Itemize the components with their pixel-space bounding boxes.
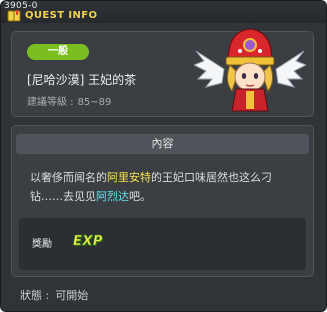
status-label: 狀態 : (20, 289, 50, 302)
level-range: 85~89 (77, 97, 112, 108)
description-text: 吧。 (129, 190, 151, 203)
npc-link: 阿烈达 (96, 190, 129, 203)
quest-book-icon (7, 10, 21, 22)
quest-description: 以奢侈而闻名的阿里安特的王妃口味居然也这么刁钻……去见见阿烈达吧。 (30, 168, 302, 206)
content-heading: 內容 (16, 134, 309, 154)
quest-name: [尼哈沙漠] 王妃的茶 (27, 73, 137, 87)
quest-info-window: 3905-0 QUEST INFO 一般 [尼哈沙漠] 王妃的茶 建議等級 :8… (0, 0, 327, 312)
quest-content-panel: 內容 以奢侈而闻名的阿里安特的王妃口味居然也这么刁钻……去见见阿烈达吧。 獎勵 … (11, 125, 314, 277)
category-badge: 一般 (27, 44, 89, 60)
level-label: 建議等級 : (27, 97, 74, 108)
location-link: 阿里安特 (107, 171, 151, 184)
status-value: 可開始 (55, 289, 89, 302)
reward-box: 獎勵 EXP (19, 218, 306, 270)
recommended-level: 建議等級 :85~89 (27, 93, 111, 108)
quest-status: 狀態 : 可開始 (20, 287, 88, 303)
reward-label: 獎勵 (32, 239, 52, 250)
npc-portrait-icon (194, 28, 306, 112)
exp-reward-icon[interactable]: EXP (73, 234, 103, 250)
title-bar[interactable]: 3905-0 QUEST INFO (1, 1, 326, 23)
window-title: QUEST INFO (25, 10, 98, 21)
description-text: 以奢侈而闻名的 (30, 171, 107, 184)
